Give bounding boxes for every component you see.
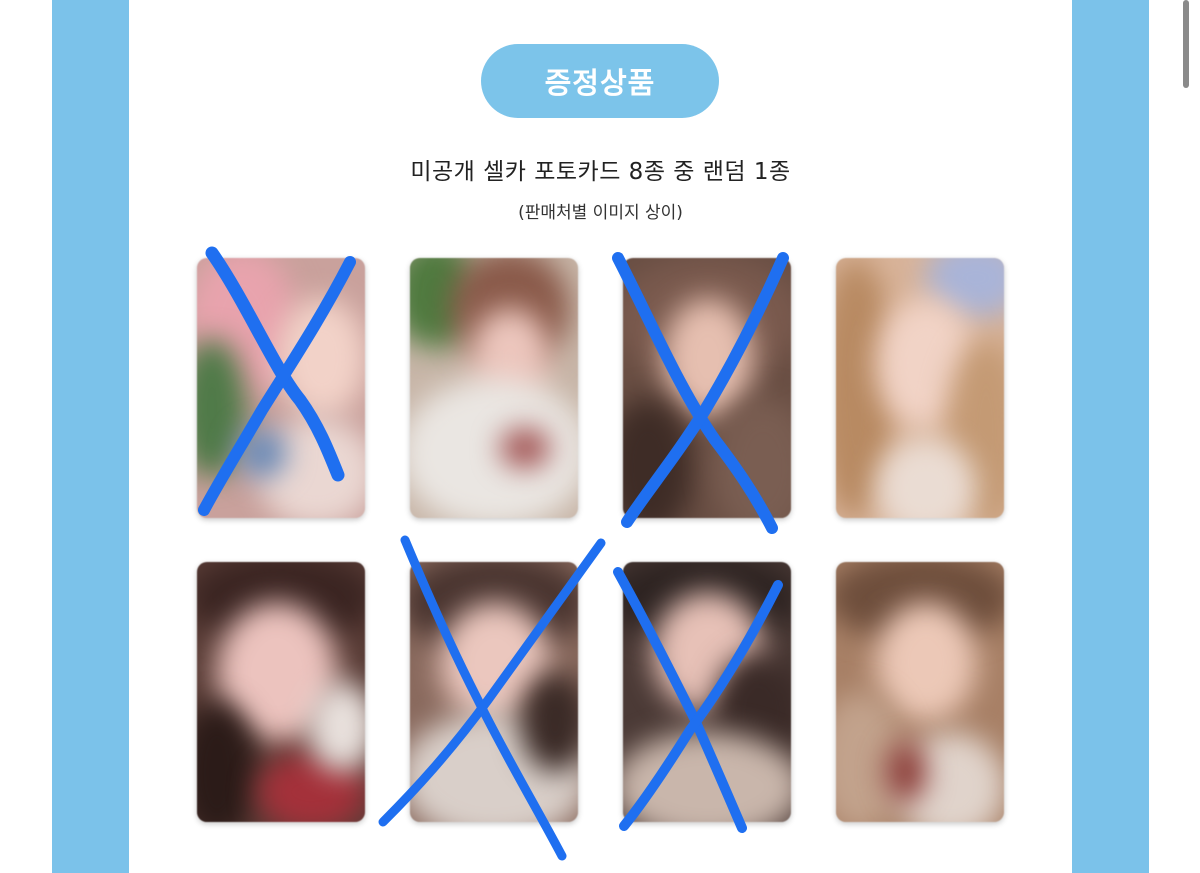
gift-badge: 증정상품 [481,44,719,118]
photocard-3[interactable] [623,258,791,518]
left-side-bar [52,0,129,873]
headline: 미공개 셀카 포토카드 8종 중 랜덤 1종 [410,159,791,185]
photocard-4[interactable] [836,258,1004,518]
right-side-bar [1072,0,1149,873]
scrollbar-thumb[interactable] [1183,0,1189,88]
subline: (판매처별 이미지 상이) [518,203,683,223]
photocard-5[interactable] [197,562,365,822]
page: 증정상품 미공개 셀카 포토카드 8종 중 랜덤 1종 (판매처별 이미지 상이… [0,0,1200,873]
photocard-7[interactable] [623,562,791,822]
photocard-1[interactable] [197,258,365,518]
photocard-8[interactable] [836,562,1004,822]
photocard-2[interactable] [410,258,578,518]
photocard-6[interactable] [410,562,578,822]
